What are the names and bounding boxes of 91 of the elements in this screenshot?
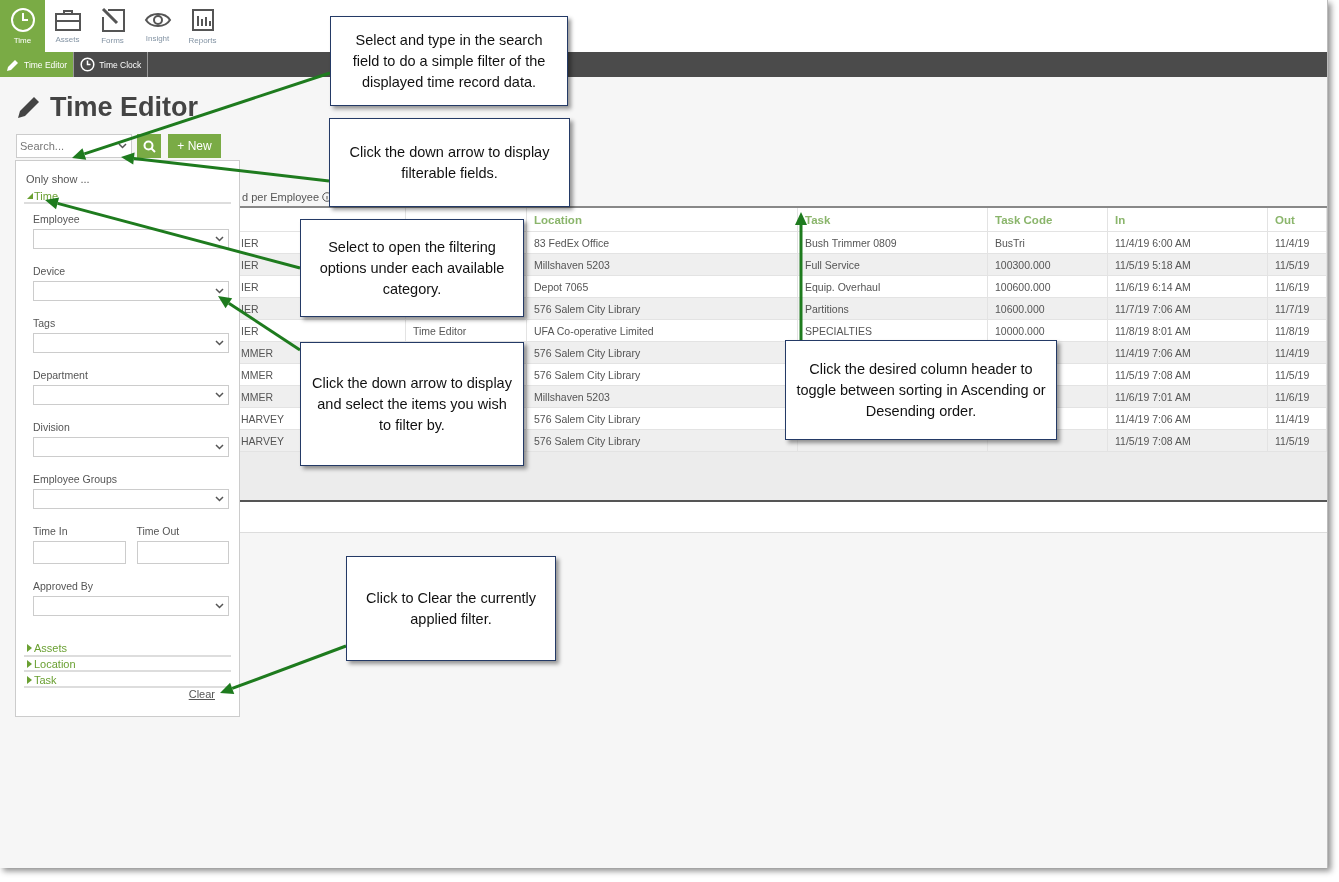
table-cell: 11/8/19 8:01 AM (1108, 320, 1268, 341)
sub-tab[interactable]: Time Editor (0, 52, 75, 77)
dropdown-field[interactable] (33, 437, 229, 458)
input-field[interactable] (136, 541, 229, 565)
pen-on-page-icon (99, 7, 126, 33)
table-cell: 11/6/19 (1268, 386, 1327, 407)
column-header[interactable]: In (1108, 208, 1268, 231)
table-cell: Equip. Overhaul (798, 276, 988, 297)
field-label: Approved By (33, 580, 94, 595)
table-cell: 11/7/19 7:06 AM (1108, 298, 1268, 319)
field-label: Employee Groups (33, 473, 118, 488)
filter-section[interactable]: Task (24, 673, 231, 689)
new-button[interactable]: + New (168, 134, 221, 158)
search-icon (142, 139, 156, 153)
chevron-down-icon (215, 340, 224, 347)
table-cell: 11/5/19 (1268, 254, 1327, 275)
table-cell: Depot 7065 (527, 276, 798, 297)
app-tab[interactable]: Forms (90, 0, 135, 52)
table-cell: 11/4/19 (1268, 408, 1327, 429)
column-header[interactable]: Out (1268, 208, 1327, 231)
dropdown-field[interactable] (33, 489, 229, 510)
chevron-down-icon (215, 236, 224, 243)
chevron-down-icon (215, 444, 224, 451)
dropdown-field[interactable] (33, 281, 229, 302)
table-cell: 11/4/19 7:06 AM (1108, 342, 1268, 363)
panel-heading: Only show ... (26, 173, 90, 185)
table-cell: 11/5/19 5:18 AM (1108, 254, 1268, 275)
page-title: Time Editor (50, 91, 199, 123)
dropdown-field[interactable] (33, 229, 229, 250)
chevron-down-icon[interactable] (118, 143, 127, 149)
dropdown-field[interactable] (33, 385, 229, 406)
table-cell: 11/6/19 7:01 AM (1108, 386, 1268, 407)
table-cell: Partitions (798, 298, 988, 319)
table-cell: Millshaven 5203 (527, 254, 798, 275)
table-cell: Bush Trimmer 0809 (798, 232, 988, 253)
tooltip-text: Click the down arrow to display filterable fields. (348, 142, 551, 183)
table-cell: Time Editor (406, 320, 527, 341)
app-tab[interactable]: Assets (45, 0, 90, 52)
chevron-down-icon (215, 603, 224, 610)
table-cell: 11/4/19 7:06 AM (1108, 408, 1268, 429)
search-button[interactable] (137, 134, 161, 158)
table-cell: 11/8/19 (1268, 320, 1327, 341)
table-cell: 83 FedEx Office (527, 232, 798, 253)
pencil-icon (6, 57, 20, 72)
table-cell: 11/5/19 (1268, 364, 1327, 385)
tooltip-text: Click to Clear the currently applied filter. (365, 588, 537, 629)
table-cell: 10600.000 (988, 298, 1108, 319)
input-field[interactable] (33, 541, 126, 565)
field-label: Department (33, 369, 88, 384)
chevron-down-icon (215, 392, 224, 399)
table-cell: 11/5/19 7:08 AM (1108, 430, 1268, 451)
dropdown-field[interactable] (33, 333, 229, 354)
field-label: Employee (33, 213, 80, 228)
dropdown-field[interactable] (33, 596, 229, 617)
table-cell: 11/4/19 (1268, 342, 1327, 363)
app-tab[interactable]: Insight (135, 0, 180, 52)
tooltip-text: Select and type in the search field to do a simple filter of the displayed time record data. (351, 30, 547, 92)
table-cell: 11/6/19 6:14 AM (1108, 276, 1268, 297)
tooltip-text: Click the desired column header to toggle between sorting in Ascending or Desending order. (796, 359, 1046, 421)
field-label: Device (33, 265, 66, 280)
summary-text: d per Employee (242, 191, 320, 203)
search-field[interactable]: Search... (16, 134, 132, 158)
clock-icon (9, 7, 36, 33)
filter-section[interactable]: Assets (24, 642, 231, 657)
app-tab[interactable]: Reports (180, 0, 225, 52)
table-cell: BusTri (988, 232, 1108, 253)
table-cell: 11/5/19 7:08 AM (1108, 364, 1268, 385)
table-cell: 11/4/19 6:00 AM (1108, 232, 1268, 253)
chevron-down-icon (215, 496, 224, 503)
table-cell: 11/4/19 (1268, 232, 1327, 253)
table-cell: 576 Salem City Library (527, 298, 798, 319)
sub-tab[interactable]: Time Clock (74, 52, 149, 77)
table-cell: 100300.000 (988, 254, 1108, 275)
table-cell: Full Service (798, 254, 988, 275)
bar-chart-icon (189, 7, 216, 33)
clock-icon (80, 57, 96, 72)
field-label: Time In (33, 525, 68, 540)
app-tab[interactable]: Time (0, 0, 45, 52)
table-cell: 11/7/19 (1268, 298, 1327, 319)
field-label: Division (33, 421, 70, 436)
table-cell: 11/5/19 (1268, 430, 1327, 451)
chevron-down-icon (215, 288, 224, 295)
filter-section[interactable]: Location (24, 657, 231, 673)
pencil-icon (16, 94, 42, 120)
table-cell: 100600.000 (988, 276, 1108, 297)
column-header[interactable]: Task Code (988, 208, 1108, 231)
field-label: Time Out (136, 525, 180, 540)
briefcase-icon (53, 8, 82, 32)
table-cell: 11/6/19 (1268, 276, 1327, 297)
field-label: Tags (33, 317, 56, 332)
clear-link[interactable]: Clear (188, 688, 215, 701)
